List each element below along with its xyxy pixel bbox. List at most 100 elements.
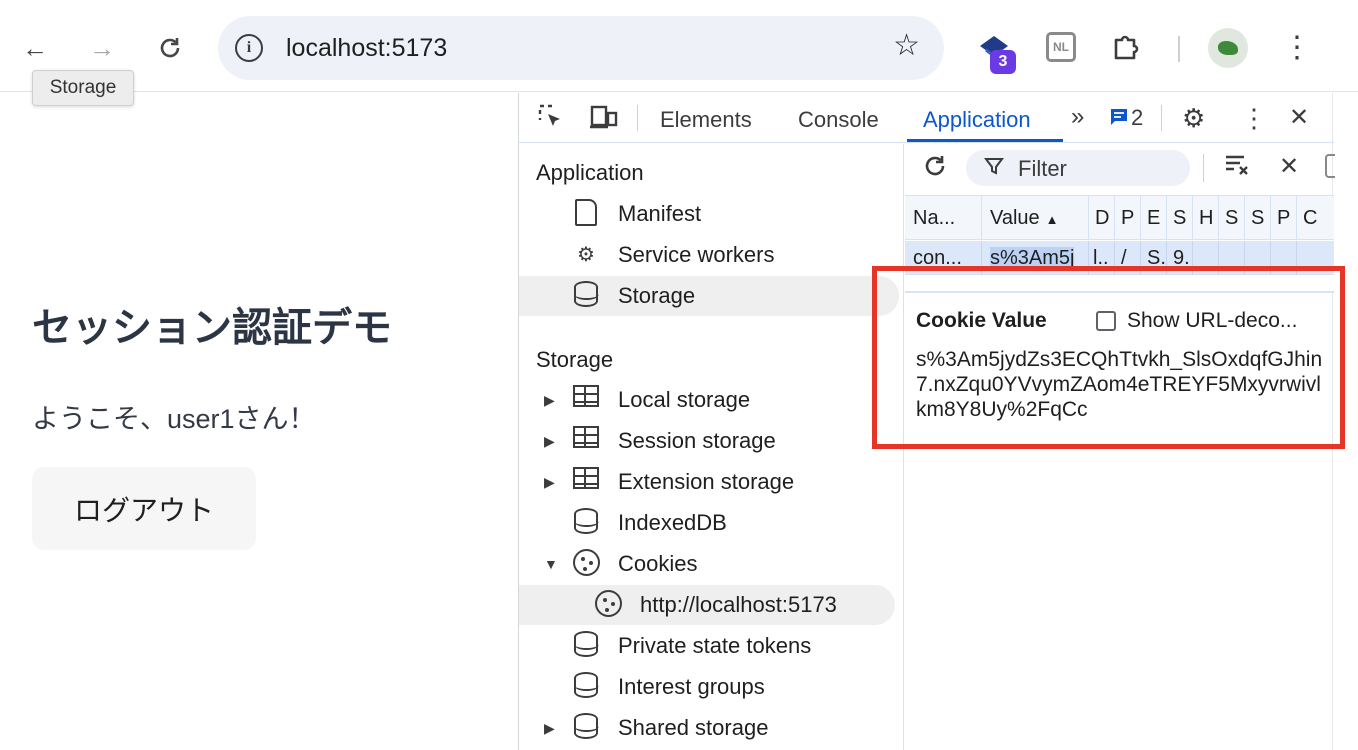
column-header-expires[interactable]: E: [1141, 196, 1167, 240]
filter-placeholder: Filter: [1018, 156, 1067, 181]
cookie-icon: [571, 549, 601, 579]
tab-console[interactable]: Console: [798, 107, 879, 133]
expand-triangle-icon[interactable]: ▶: [544, 720, 555, 737]
sidebar-item-label: Service workers: [618, 242, 775, 267]
page-title: セッション認証デモ: [32, 306, 392, 350]
cookie-icon: [593, 590, 623, 620]
gears-icon: ⚙: [577, 244, 595, 266]
sidebar-item-local-storage[interactable]: ▶ Local storage: [519, 380, 903, 420]
settings-gear-icon[interactable]: ⚙: [1182, 103, 1205, 134]
tooltip: Storage: [32, 70, 134, 106]
profile-avatar[interactable]: [1208, 28, 1248, 68]
sidebar-item-label: Shared storage: [618, 715, 769, 740]
collapse-triangle-icon[interactable]: ▼: [544, 556, 558, 572]
devtools-tabbar: Elements Console Application » 2 ⚙ ⋮ ✕: [519, 93, 1334, 143]
back-button[interactable]: ←: [15, 28, 55, 68]
refresh-icon[interactable]: [921, 152, 949, 187]
sidebar-header-storage: Storage: [536, 347, 614, 372]
sidebar-item-label: Private state tokens: [618, 633, 812, 658]
expand-triangle-icon[interactable]: ▶: [544, 392, 555, 409]
sidebar-item-label: Extension storage: [618, 469, 795, 494]
column-header-name[interactable]: Na...: [905, 196, 982, 240]
column-header-samesite[interactable]: S: [1245, 196, 1271, 240]
active-tab-indicator: [907, 139, 1063, 142]
address-bar[interactable]: i localhost:5173 ☆: [218, 16, 944, 80]
column-header-path[interactable]: P: [1115, 196, 1141, 240]
database-icon: [571, 281, 601, 311]
expand-triangle-icon[interactable]: ▶: [544, 474, 555, 491]
sidebar-item-label: Interest groups: [618, 674, 765, 699]
reload-icon: [160, 38, 180, 58]
tab-application[interactable]: Application: [923, 107, 1031, 133]
column-header-value[interactable]: Value ▲: [982, 196, 1089, 240]
sidebar-item-shared-storage[interactable]: ▶ Shared storage: [519, 708, 903, 748]
column-header-size[interactable]: S: [1167, 196, 1193, 240]
forward-button[interactable]: →: [82, 28, 122, 68]
table-header-row: Na... Value ▲ D P E S H S S P C: [905, 196, 1334, 240]
tab-divider: [1161, 105, 1162, 131]
delete-all-icon[interactable]: ✕: [1279, 152, 1299, 181]
expand-triangle-icon[interactable]: ▶: [544, 433, 555, 450]
funnel-icon: [984, 154, 1004, 184]
extension-badge: 3: [990, 50, 1016, 74]
database-icon: [571, 672, 601, 702]
sidebar-item-cookies[interactable]: ▼ Cookies: [519, 544, 903, 584]
bookmark-star-icon[interactable]: ☆: [893, 28, 920, 63]
database-icon: [571, 713, 601, 743]
sidebar-item-label: http://localhost:5173: [640, 592, 837, 617]
column-header-domain[interactable]: D: [1089, 196, 1115, 240]
issues-count[interactable]: 2: [1131, 105, 1143, 131]
sidebar-item-indexeddb[interactable]: IndexedDB: [519, 503, 903, 543]
sidebar-item-label: Session storage: [618, 428, 776, 453]
reload-button[interactable]: [150, 28, 190, 68]
filter-input[interactable]: Filter: [966, 150, 1190, 186]
table-icon: [571, 467, 601, 497]
sidebar-item-manifest[interactable]: Manifest: [519, 194, 903, 234]
browser-toolbar: ← → i localhost:5173 ☆ 3 NL ⋮: [0, 0, 1358, 92]
sidebar-item-label: IndexedDB: [618, 510, 727, 535]
overflow-icon[interactable]: [1325, 154, 1335, 178]
database-icon: [571, 631, 601, 661]
toolbar-divider: [1178, 36, 1180, 62]
sidebar-item-interest-groups[interactable]: Interest groups: [519, 667, 903, 707]
devtools-menu-icon[interactable]: ⋮: [1241, 103, 1267, 134]
nl-extension-icon[interactable]: NL: [1046, 32, 1076, 62]
annotation-highlight-box: [872, 266, 1345, 449]
toolbar-divider: [1203, 154, 1204, 182]
sidebar-item-label: Storage: [618, 283, 696, 308]
sidebar-item-storage[interactable]: Storage: [519, 276, 899, 316]
column-header-cross-site[interactable]: C: [1297, 196, 1334, 240]
logout-button[interactable]: ログアウト: [32, 467, 256, 550]
column-header-partition[interactable]: P: [1271, 196, 1297, 240]
browser-menu-icon[interactable]: ⋮: [1282, 28, 1312, 68]
column-header-label: Value: [990, 207, 1040, 229]
sidebar-item-cookie-origin[interactable]: http://localhost:5173: [519, 585, 895, 625]
database-icon: [571, 508, 601, 538]
site-info-icon[interactable]: i: [235, 34, 263, 62]
tab-elements[interactable]: Elements: [660, 107, 752, 133]
sidebar-item-label: Manifest: [618, 201, 702, 226]
sidebar-item-private-state-tokens[interactable]: Private state tokens: [519, 626, 903, 666]
clear-filter-icon[interactable]: [1223, 150, 1251, 184]
device-toolbar-icon[interactable]: [589, 103, 619, 138]
sidebar-item-session-storage[interactable]: ▶ Session storage: [519, 421, 903, 461]
table-icon: [571, 426, 601, 456]
inspect-element-icon[interactable]: [537, 103, 565, 138]
close-devtools-icon[interactable]: ✕: [1289, 103, 1309, 132]
column-header-httponly[interactable]: H: [1193, 196, 1219, 240]
table-icon: [571, 385, 601, 415]
sidebar-header-application: Application: [536, 160, 644, 185]
issues-icon[interactable]: [1109, 107, 1129, 133]
document-icon: [571, 199, 601, 229]
extensions-puzzle-icon[interactable]: [1110, 30, 1142, 70]
column-header-secure[interactable]: S: [1219, 196, 1245, 240]
sidebar-item-label: Cookies: [618, 551, 698, 576]
url-text[interactable]: localhost:5173: [286, 34, 447, 63]
sidebar-item-service-workers[interactable]: ⚙ Service workers: [519, 235, 903, 275]
more-tabs-chevron-icon[interactable]: »: [1071, 103, 1084, 131]
application-sidebar: Application Manifest ⚙ Service workers S…: [519, 144, 904, 750]
sort-ascending-icon: ▲: [1045, 212, 1059, 227]
welcome-message: ようこそ、user1さん！: [32, 404, 316, 434]
sidebar-item-extension-storage[interactable]: ▶ Extension storage: [519, 462, 903, 502]
tab-divider: [637, 105, 638, 131]
